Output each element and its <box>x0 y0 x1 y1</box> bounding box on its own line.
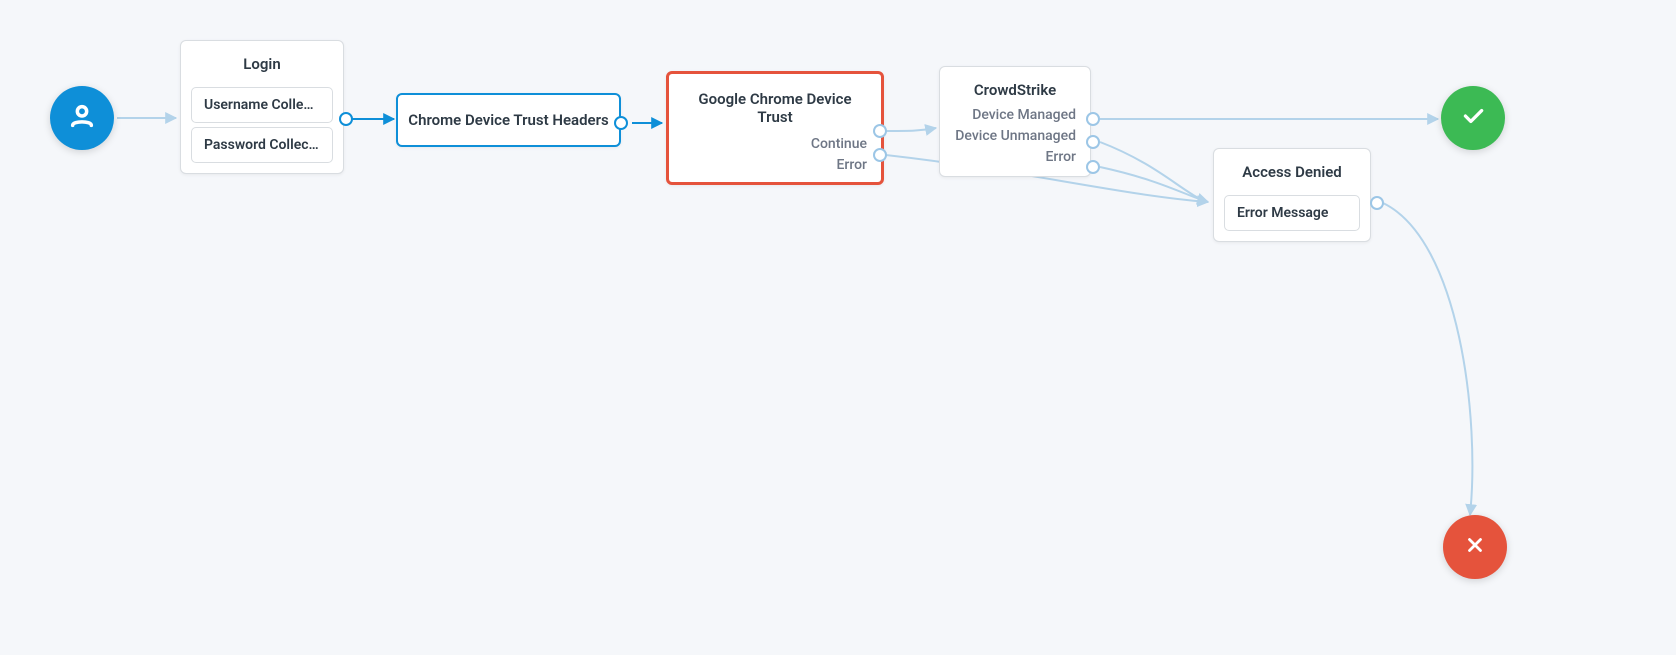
port-chrome-continue[interactable] <box>873 124 887 138</box>
output-error[interactable]: Error <box>836 157 867 173</box>
node-title: Access Denied <box>1214 149 1370 191</box>
port-crowd-unmanaged[interactable] <box>1086 135 1100 149</box>
node-access-denied[interactable]: Access Denied Error Message <box>1213 148 1371 242</box>
output-device-managed[interactable]: Device Managed <box>972 107 1076 123</box>
access-denied-step[interactable]: Error Message <box>1224 195 1360 231</box>
node-crowdstrike[interactable]: CrowdStrike Device Managed Device Unmana… <box>939 66 1091 177</box>
output-device-unmanaged[interactable]: Device Unmanaged <box>955 128 1076 144</box>
node-chrome-headers[interactable]: Chrome Device Trust Headers <box>396 93 621 147</box>
check-icon <box>1460 103 1486 133</box>
node-title: CrowdStrike <box>940 67 1090 105</box>
start-terminal[interactable] <box>50 86 114 150</box>
port-crowd-error[interactable] <box>1086 160 1100 174</box>
success-terminal[interactable] <box>1441 86 1505 150</box>
close-icon <box>1464 534 1486 560</box>
login-step-username[interactable]: Username Colle… <box>191 87 333 123</box>
flow-canvas[interactable]: Login Username Colle… Password Collec… C… <box>0 0 1676 655</box>
port-login-out[interactable] <box>339 112 353 126</box>
node-chrome-device-trust[interactable]: Google Chrome Device Trust Continue Erro… <box>666 71 884 185</box>
node-outputs: Continue Error <box>669 134 881 176</box>
login-step-password[interactable]: Password Collec… <box>191 127 333 163</box>
node-title: Login <box>181 41 343 83</box>
output-error[interactable]: Error <box>1045 149 1076 165</box>
fail-terminal[interactable] <box>1443 515 1507 579</box>
port-crowd-managed[interactable] <box>1086 112 1100 126</box>
port-access-denied-out[interactable] <box>1370 196 1384 210</box>
port-headers-out[interactable] <box>614 116 628 130</box>
node-login[interactable]: Login Username Colle… Password Collec… <box>180 40 344 174</box>
output-continue[interactable]: Continue <box>811 136 867 152</box>
user-icon <box>68 102 96 134</box>
node-title: Google Chrome Device Trust <box>669 74 881 134</box>
port-chrome-error[interactable] <box>873 148 887 162</box>
node-title: Chrome Device Trust Headers <box>408 111 608 129</box>
